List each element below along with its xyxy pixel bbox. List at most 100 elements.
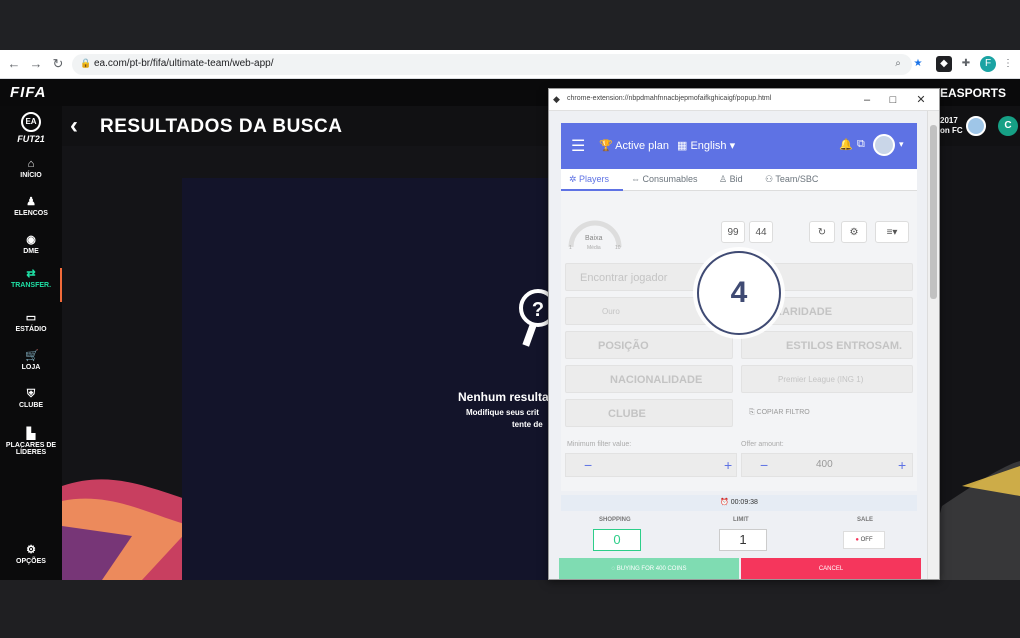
easports-logo: EASPORTS xyxy=(939,86,1006,100)
sidebar-item-transfer[interactable]: ⇄ TRANSFER. xyxy=(0,268,62,302)
store-icon: 🛒 xyxy=(25,350,39,362)
transfer-icon: ⇄ xyxy=(26,268,36,280)
avatar-dropdown-icon[interactable]: ▾ xyxy=(899,139,904,150)
page-title: RESULTADOS DA BUSCA xyxy=(100,116,343,137)
tab-consumables-label: Consumables xyxy=(642,174,698,184)
bookmark-star-icon[interactable]: ★ xyxy=(910,56,926,72)
bell-icon[interactable]: 🔔 xyxy=(839,138,853,151)
extension-icon[interactable]: ◆ xyxy=(936,56,952,72)
sidebar-item-dme[interactable]: ◉ DME xyxy=(0,234,62,255)
increment-icon[interactable]: + xyxy=(898,457,906,473)
club-info-line1: 2017 xyxy=(940,116,958,125)
uk-flag-icon: ▦ xyxy=(677,140,688,152)
sale-toggle[interactable]: ● OFF xyxy=(843,531,885,549)
sidebar-item-stadium[interactable]: ▭ ESTÁDIO xyxy=(0,312,62,333)
timer-value: 00:09:38 xyxy=(730,499,758,506)
min-filter-stepper[interactable]: − + xyxy=(565,453,737,477)
popup-header: ☰ 🏆 Active plan ▦ English ▾ 🔔 ⧉ ▾ xyxy=(561,123,917,169)
address-text: ea.com/pt-br/fifa/ultimate-team/web-app/ xyxy=(94,58,274,69)
sidebar-item-label-2: LÍDERES xyxy=(15,449,47,456)
gauge-label: Baixa xyxy=(585,235,603,242)
tab-consumables[interactable]: ⇔ Consumables xyxy=(631,174,698,184)
language-select[interactable]: ▦ English ▾ xyxy=(677,139,735,152)
home-icon: ⌂ xyxy=(27,158,35,170)
hamburger-menu-icon[interactable]: ☰ xyxy=(571,136,585,156)
min-filter-label: Minimum filter value: xyxy=(567,441,632,448)
shopping-count: 0 xyxy=(593,529,641,551)
refresh-button[interactable]: ↻ xyxy=(809,221,835,243)
empty-state-title: Nenhum resultad xyxy=(458,390,557,404)
gauge-mid: Média xyxy=(587,245,601,251)
zoom-icon[interactable]: ⌕ xyxy=(890,56,906,72)
limit-input[interactable]: 1 xyxy=(719,529,767,551)
sidebar-item-label: ESTÁDIO xyxy=(15,326,47,333)
address-bar[interactable]: 🔒 ea.com/pt-br/fifa/ultimate-team/web-ap… xyxy=(72,54,912,75)
maximize-icon[interactable]: □ xyxy=(885,92,901,108)
decrement-icon[interactable]: − xyxy=(760,457,768,473)
chem-style-select[interactable]: ESTILOS ENTROSAM. xyxy=(741,331,913,359)
vertical-scrollbar[interactable] xyxy=(927,111,939,579)
position-select[interactable]: POSIÇÃO xyxy=(565,331,733,359)
settings-icon: ⚙ xyxy=(26,544,36,556)
close-icon[interactable]: ✕ xyxy=(913,92,929,108)
squad-icon: ♟ xyxy=(26,196,36,208)
decrement-icon[interactable]: − xyxy=(584,457,592,473)
svg-text:?: ? xyxy=(532,299,544,321)
popup-url: chrome-extension://nbpdmahfnnacbjepmofai… xyxy=(567,95,772,102)
sale-state: OFF xyxy=(860,537,873,543)
club-info-line2: on FC xyxy=(940,126,963,135)
reload-icon[interactable]: ↻ xyxy=(50,56,66,72)
empty-state-subtitle: Modifique seus crit xyxy=(466,408,539,417)
sidebar-item-leaderboards[interactable]: ▙ PLACARES DE LÍDERES xyxy=(0,428,62,456)
profile-avatar-icon[interactable]: F xyxy=(980,56,996,72)
dme-icon: ◉ xyxy=(26,234,36,246)
menu-kebab-icon[interactable]: ⋮ xyxy=(1000,56,1016,72)
avatar[interactable] xyxy=(873,134,895,156)
offer-amount-stepper[interactable]: − 400 + xyxy=(741,453,913,477)
browser-toolbar: ← → ↻ 🔒 ea.com/pt-br/fifa/ultimate-team/… xyxy=(0,50,1020,79)
sale-label: SALE xyxy=(857,517,874,523)
buying-status-label: BUYING FOR 400 COINS xyxy=(616,566,687,572)
leaderboard-icon: ▙ xyxy=(26,428,36,440)
sidebar-item-squads[interactable]: ♟ ELENCOS xyxy=(0,196,62,217)
settings-button[interactable]: ⚙ xyxy=(841,221,867,243)
results-panel xyxy=(182,178,552,580)
tab-players[interactable]: ✲ Players xyxy=(569,174,609,185)
gauge-max: 10 xyxy=(615,245,621,251)
sidebar-item-label: CLUBE xyxy=(18,402,44,409)
limit-label: LIMIT xyxy=(733,517,749,523)
shopping-label: SHOPPING xyxy=(599,517,631,523)
tab-players-label: Players xyxy=(579,174,610,184)
sidebar-item-options[interactable]: ⚙ OPÇÕES xyxy=(0,544,62,565)
sidebar-item-label: INÍCIO xyxy=(20,172,42,179)
tab-bid[interactable]: ♙ Bid xyxy=(719,174,743,185)
sidebar-item-store[interactable]: 🛒 LOJA xyxy=(0,350,62,371)
sort-button[interactable]: ≡▾ xyxy=(875,221,909,243)
forward-icon[interactable]: → xyxy=(28,56,44,72)
puzzle-icon[interactable]: ✚ xyxy=(958,56,974,72)
translate-icon[interactable]: ⧉ xyxy=(857,138,865,151)
club-select[interactable]: CLUBE xyxy=(565,399,733,427)
tab-team-sbc[interactable]: ⚇ Team/SBC xyxy=(765,174,818,185)
back-icon[interactable]: ← xyxy=(6,56,22,72)
vertical-scroll-thumb[interactable] xyxy=(930,125,937,299)
tab-team-sbc-label: Team/SBC xyxy=(775,174,819,184)
buying-status-button[interactable]: ◌ BUYING FOR 400 COINS xyxy=(559,558,739,579)
sidebar-item-club[interactable]: ⛨ CLUBE xyxy=(0,388,62,409)
sidebar-item-label: LOJA xyxy=(21,364,41,371)
popup-titlebar: ◆ chrome-extension://nbpdmahfnnacbjepmof… xyxy=(549,89,939,111)
cancel-button[interactable]: CANCEL xyxy=(741,558,921,579)
nationality-select[interactable]: NACIONALIDADE xyxy=(565,365,733,393)
fifa-logo: FIFA xyxy=(10,84,47,101)
league-select[interactable]: Premier League (ING 1) xyxy=(741,365,913,393)
copy-filter-link[interactable]: ⎘ COPIAR FILTRO xyxy=(749,409,810,417)
increment-icon[interactable]: + xyxy=(724,457,732,473)
fut21-logo: EA FUT21 xyxy=(0,112,62,144)
minimize-icon[interactable]: – xyxy=(859,92,875,108)
fut21-label: FUT21 xyxy=(17,134,45,144)
position-label: POSIÇÃO xyxy=(598,340,649,352)
sidebar-item-home[interactable]: ⌂ INÍCIO xyxy=(0,158,62,179)
offer-amount-label: Offer amount: xyxy=(741,441,784,448)
back-arrow-icon[interactable]: ‹ xyxy=(70,112,78,140)
ea-logo-icon: EA xyxy=(21,112,41,132)
